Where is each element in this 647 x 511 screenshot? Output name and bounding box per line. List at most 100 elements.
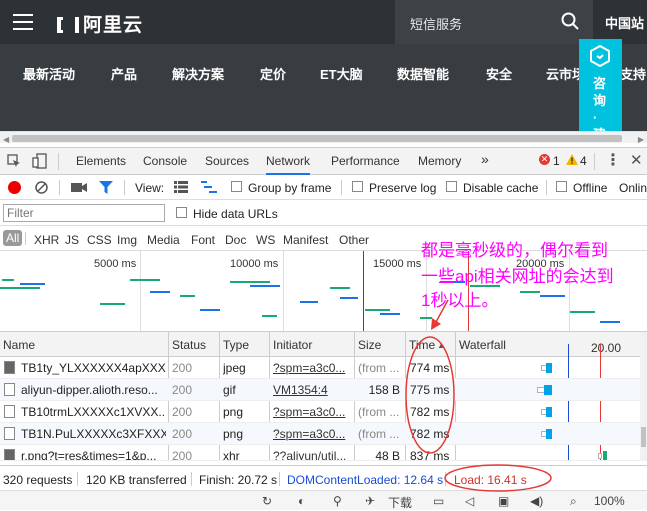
sound-icon[interactable]: ◀) [530, 494, 543, 508]
nav-item-support[interactable]: 支持 [620, 64, 646, 83]
error-icon[interactable]: ✕ [539, 154, 550, 165]
tab-network[interactable]: Network [266, 154, 311, 175]
column-name[interactable]: Name [3, 338, 35, 352]
image-icon[interactable]: ▣ [498, 494, 509, 508]
scrollbar-thumb[interactable] [12, 135, 622, 142]
type-filter-font[interactable]: Font [191, 233, 215, 247]
scroll-left-icon[interactable]: ◀ [3, 135, 9, 143]
hide-data-urls-checkbox[interactable] [176, 207, 187, 218]
load-time: Load: 16.41 s [454, 473, 527, 487]
sort-ascending-icon[interactable]: ▲ [437, 340, 446, 350]
large-rows-icon[interactable] [174, 181, 188, 193]
region-switch[interactable]: 中国站 [605, 13, 644, 32]
camera-icon[interactable] [71, 182, 87, 193]
download-label[interactable]: 下载 [388, 494, 412, 511]
nav-item-et-brain[interactable]: ET大脑 [320, 64, 363, 83]
tab-sources[interactable]: Sources [205, 154, 249, 168]
zoom-level[interactable]: 100% [594, 494, 625, 508]
search-box[interactable]: 短信服务 [395, 0, 593, 44]
more-options-icon[interactable]: ⋮ [605, 150, 621, 170]
page-horizontal-scrollbar[interactable]: ◀ ▶ [0, 131, 647, 143]
scroll-right-icon[interactable]: ▶ [638, 135, 644, 143]
warning-icon[interactable] [566, 154, 578, 165]
throttling-select[interactable]: Online [619, 181, 647, 195]
tab-elements[interactable]: Elements [76, 154, 126, 168]
type-filter-media[interactable]: Media [147, 233, 180, 247]
filter-icon[interactable] [99, 181, 113, 194]
request-initiator[interactable]: ?spm=a3c0... [273, 361, 353, 375]
tab-performance[interactable]: Performance [331, 154, 400, 168]
type-filter-ws[interactable]: WS [256, 233, 275, 247]
disable-cache-checkbox[interactable] [446, 181, 457, 192]
type-filter-doc[interactable]: Doc [225, 233, 246, 247]
tab-console[interactable]: Console [143, 154, 187, 168]
table-row[interactable]: r.png?t=res&times=1&p... 200 xhr ??aliyu… [0, 445, 640, 461]
filter-input[interactable] [3, 204, 165, 222]
scrollbar-thumb[interactable] [641, 427, 646, 447]
request-type: png [223, 427, 244, 441]
tab-memory[interactable]: Memory [418, 154, 461, 168]
nav-item-activities[interactable]: 最新活动 [23, 64, 75, 83]
devtools-panel: Elements Console Sources Network Perform… [0, 147, 647, 511]
clear-icon[interactable] [35, 181, 48, 194]
type-filter-img[interactable]: Img [117, 233, 137, 247]
preserve-log-checkbox[interactable] [352, 181, 363, 192]
menu-icon[interactable] [13, 14, 33, 30]
type-filter-xhr[interactable]: XHR [34, 233, 59, 247]
inspect-element-icon[interactable] [7, 154, 21, 168]
nav-item-security[interactable]: 安全 [486, 64, 512, 83]
overview-request-bar [200, 309, 220, 311]
record-icon[interactable] [8, 181, 21, 194]
type-filter-js[interactable]: JS [65, 233, 79, 247]
type-filter-manifest[interactable]: Manifest [283, 233, 328, 247]
table-row[interactable]: TB10trmLXXXXXc1XVXX... 200 png ?spm=a3c0… [0, 401, 640, 423]
type-filter-all[interactable]: All [3, 230, 23, 246]
request-initiator[interactable]: ?spm=a3c0... [273, 427, 353, 441]
request-initiator[interactable]: ?spm=a3c0... [273, 405, 353, 419]
more-tabs-icon[interactable]: » [481, 151, 489, 167]
group-by-frame-checkbox[interactable] [231, 181, 242, 192]
divider [124, 180, 125, 195]
table-row[interactable]: aliyun-dipper.alioth.reso... 200 gif VM1… [0, 379, 640, 401]
status-icon[interactable]: ◐ [298, 494, 305, 508]
status-icon[interactable]: ↻ [262, 494, 272, 508]
nav-item-products[interactable]: 产品 [111, 64, 137, 83]
divider [58, 153, 59, 170]
hide-data-urls-label: Hide data URLs [193, 207, 278, 221]
column-waterfall[interactable]: Waterfall [459, 338, 506, 352]
column-time[interactable]: Time [409, 338, 435, 352]
type-filter-other[interactable]: Other [339, 233, 369, 247]
cube-icon [590, 44, 610, 68]
consult-button[interactable]: 咨询·建议 [579, 39, 622, 142]
search-input[interactable]: 短信服务 [410, 14, 462, 33]
table-row[interactable]: TB1ty_YLXXXXXX4apXXX... 200 jpeg ?spm=a3… [0, 357, 640, 379]
waterfall-view-icon[interactable] [201, 181, 217, 193]
nav-item-pricing[interactable]: 定价 [260, 64, 286, 83]
column-size[interactable]: Size [358, 338, 381, 352]
table-row[interactable]: TB1N.PuLXXXXXc3XFXXX... 200 png ?spm=a3c… [0, 423, 640, 445]
window-icon[interactable]: ▭ [433, 494, 444, 508]
share-icon[interactable]: ✈ [365, 494, 375, 508]
request-initiator[interactable]: VM1354:4 [273, 383, 353, 397]
column-status[interactable]: Status [172, 338, 206, 352]
pin-icon[interactable]: ⚲ [333, 494, 342, 508]
search-icon[interactable]: ⌕ [570, 494, 577, 509]
nav-item-data-intelligence[interactable]: 数据智能 [397, 64, 449, 83]
overview-request-bar [150, 291, 170, 293]
offline-checkbox[interactable] [556, 181, 567, 192]
nav-item-solutions[interactable]: 解决方案 [172, 64, 224, 83]
search-icon[interactable] [561, 12, 579, 30]
column-type[interactable]: Type [223, 338, 249, 352]
aliyun-logo[interactable]: 阿里云 [57, 10, 143, 37]
speaker-icon[interactable]: ◁ [465, 494, 474, 508]
device-toggle-icon[interactable] [32, 153, 48, 169]
overview-request-bar [230, 281, 270, 283]
column-initiator[interactable]: Initiator [273, 338, 312, 352]
table-scrollbar[interactable] [640, 332, 647, 461]
close-devtools-icon[interactable]: ✕ [630, 151, 643, 169]
request-name: TB10trmLXXXXXc1XVXX... [21, 405, 166, 419]
divider [445, 472, 446, 486]
type-filter-css[interactable]: CSS [87, 233, 112, 247]
request-initiator[interactable]: ??aliyun/util... [273, 449, 353, 460]
waterfall-wait-bar [598, 453, 602, 459]
